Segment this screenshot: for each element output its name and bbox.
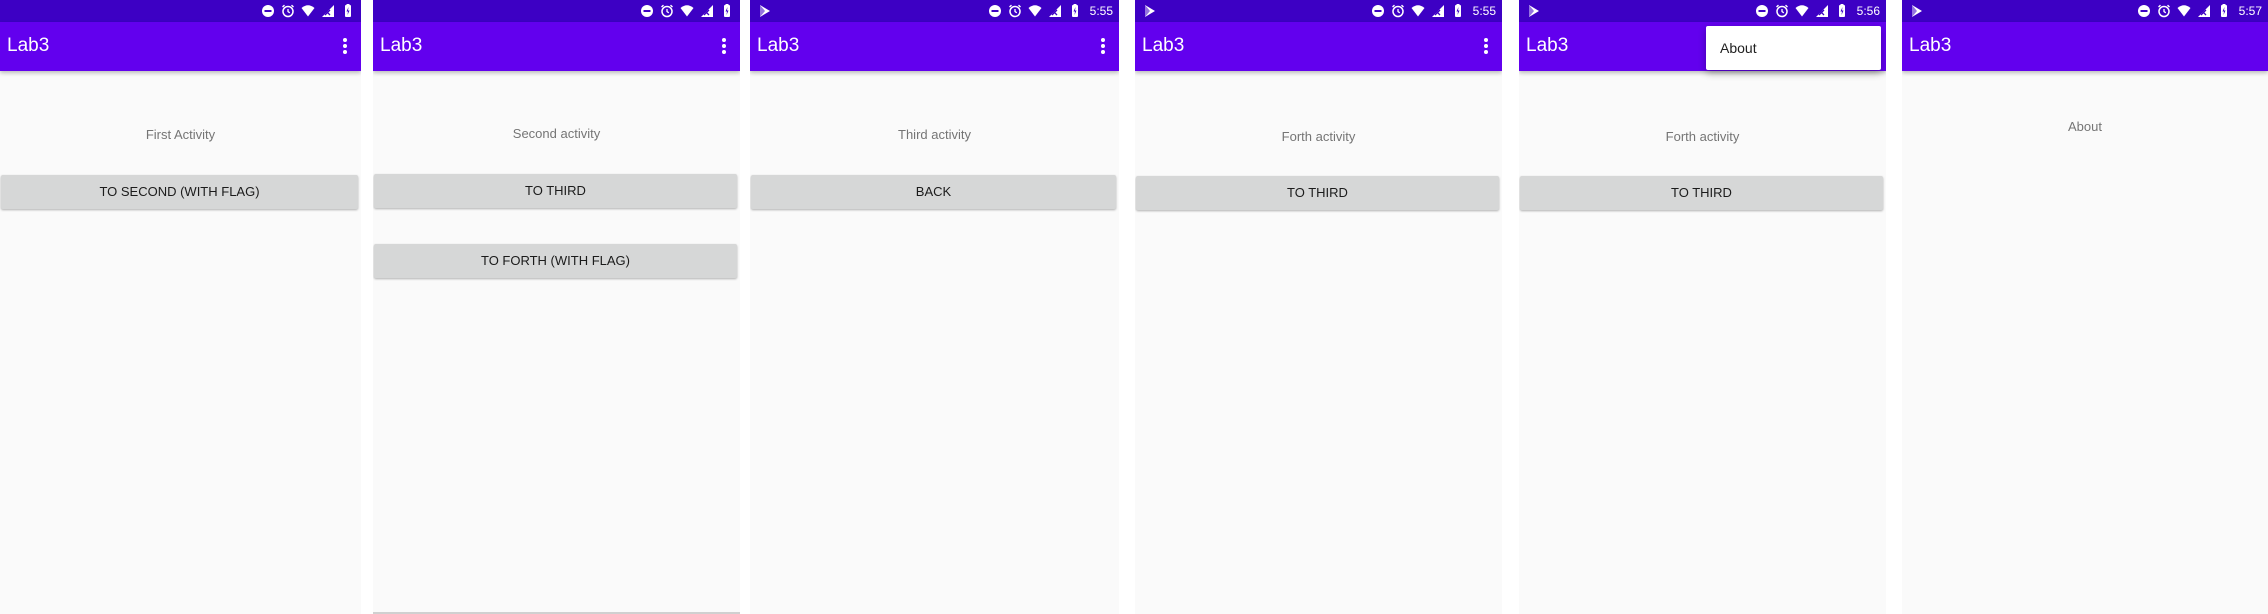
to-second-button[interactable]: TO SECOND (WITH FLAG) bbox=[1, 175, 358, 209]
overflow-popup-menu: About bbox=[1706, 26, 1881, 70]
play-store-icon bbox=[760, 5, 770, 17]
battery-icon bbox=[1835, 4, 1849, 18]
signal-icon bbox=[1815, 4, 1829, 18]
app-bar: Lab3 bbox=[0, 22, 361, 71]
activity-label: Second activity bbox=[512, 126, 601, 141]
battery-icon bbox=[720, 4, 734, 18]
battery-icon bbox=[1451, 4, 1465, 18]
alarm-icon bbox=[2157, 4, 2171, 18]
back-button[interactable]: BACK bbox=[751, 175, 1116, 209]
overflow-menu-icon[interactable] bbox=[339, 35, 351, 57]
status-icons: 5:55 bbox=[1371, 3, 1496, 19]
alarm-icon bbox=[660, 4, 674, 18]
app-bar: Lab3 bbox=[373, 22, 740, 71]
screen-second-activity: Lab3 Second activity TO THIRD TO FORTH (… bbox=[373, 0, 740, 614]
app-title: Lab3 bbox=[1526, 35, 1569, 56]
screen-forth-activity-menu: 5:56 Lab3 Forth activity TO THIRD About bbox=[1519, 0, 1886, 614]
app-bar: Lab3 bbox=[1135, 22, 1502, 71]
screen-first-activity: Lab3 First Activity TO SECOND (WITH FLAG… bbox=[0, 0, 361, 614]
screen-third-activity: 5:55 Lab3 Third activity BACK bbox=[750, 0, 1119, 614]
status-icons bbox=[261, 3, 355, 19]
app-title: Lab3 bbox=[380, 35, 423, 56]
battery-icon bbox=[1068, 4, 1082, 18]
status-clock: 5:55 bbox=[1089, 4, 1113, 18]
do-not-disturb-icon bbox=[640, 4, 654, 18]
app-title: Lab3 bbox=[1909, 35, 1952, 56]
activity-label: Forth activity bbox=[1665, 129, 1740, 144]
app-title: Lab3 bbox=[7, 35, 50, 56]
do-not-disturb-icon bbox=[261, 4, 275, 18]
wifi-icon bbox=[1411, 4, 1425, 18]
activity-label: First Activity bbox=[145, 127, 216, 142]
do-not-disturb-icon bbox=[1755, 4, 1769, 18]
wifi-icon bbox=[301, 4, 315, 18]
screenshot-stage: Lab3 First Activity TO SECOND (WITH FLAG… bbox=[0, 0, 2268, 614]
status-icons bbox=[640, 3, 734, 19]
to-third-button[interactable]: TO THIRD bbox=[1136, 176, 1499, 210]
status-bar: 5:55 bbox=[1135, 0, 1502, 22]
app-bar: Lab3 bbox=[1902, 22, 2268, 71]
status-bar: 5:55 bbox=[750, 0, 1119, 22]
do-not-disturb-icon bbox=[988, 4, 1002, 18]
status-clock: 5:55 bbox=[1472, 4, 1496, 18]
status-icons: 5:57 bbox=[2137, 3, 2262, 19]
do-not-disturb-icon bbox=[1371, 4, 1385, 18]
wifi-icon bbox=[1028, 4, 1042, 18]
play-store-icon bbox=[1912, 5, 1922, 17]
screen-forth-activity: 5:55 Lab3 Forth activity TO THIRD bbox=[1135, 0, 1502, 614]
activity-label: Third activity bbox=[898, 127, 971, 142]
status-bar bbox=[373, 0, 740, 22]
status-clock: 5:56 bbox=[1856, 4, 1880, 18]
overflow-menu-icon[interactable] bbox=[718, 35, 730, 57]
wifi-icon bbox=[680, 4, 694, 18]
battery-icon bbox=[2217, 4, 2231, 18]
screen-about: 5:57 Lab3 About bbox=[1902, 0, 2268, 614]
alarm-icon bbox=[281, 4, 295, 18]
overflow-menu-icon[interactable] bbox=[1097, 35, 1109, 57]
to-forth-button[interactable]: TO FORTH (WITH FLAG) bbox=[374, 244, 737, 278]
to-third-button[interactable]: TO THIRD bbox=[1520, 176, 1883, 210]
status-icons: 5:56 bbox=[1755, 3, 1880, 19]
alarm-icon bbox=[1008, 4, 1022, 18]
activity-label: About bbox=[2068, 119, 2102, 134]
menu-item-about[interactable]: About bbox=[1720, 40, 1757, 56]
battery-icon bbox=[341, 4, 355, 18]
status-bar: 5:56 bbox=[1519, 0, 1886, 22]
wifi-icon bbox=[1795, 4, 1809, 18]
alarm-icon bbox=[1775, 4, 1789, 18]
signal-icon bbox=[321, 4, 335, 18]
play-store-icon bbox=[1145, 5, 1155, 17]
overflow-menu-icon[interactable] bbox=[1480, 35, 1492, 57]
wifi-icon bbox=[2177, 4, 2191, 18]
play-store-icon bbox=[1529, 5, 1539, 17]
do-not-disturb-icon bbox=[2137, 4, 2151, 18]
signal-icon bbox=[1048, 4, 1062, 18]
signal-icon bbox=[2197, 4, 2211, 18]
signal-icon bbox=[700, 4, 714, 18]
status-bar: 5:57 bbox=[1902, 0, 2268, 22]
status-clock: 5:57 bbox=[2238, 4, 2262, 18]
app-bar: Lab3 bbox=[750, 22, 1119, 71]
signal-icon bbox=[1431, 4, 1445, 18]
to-third-button[interactable]: TO THIRD bbox=[374, 174, 737, 208]
app-title: Lab3 bbox=[1142, 35, 1185, 56]
app-title: Lab3 bbox=[757, 35, 800, 56]
alarm-icon bbox=[1391, 4, 1405, 18]
status-bar bbox=[0, 0, 361, 22]
activity-label: Forth activity bbox=[1281, 129, 1356, 144]
status-icons: 5:55 bbox=[988, 3, 1113, 19]
